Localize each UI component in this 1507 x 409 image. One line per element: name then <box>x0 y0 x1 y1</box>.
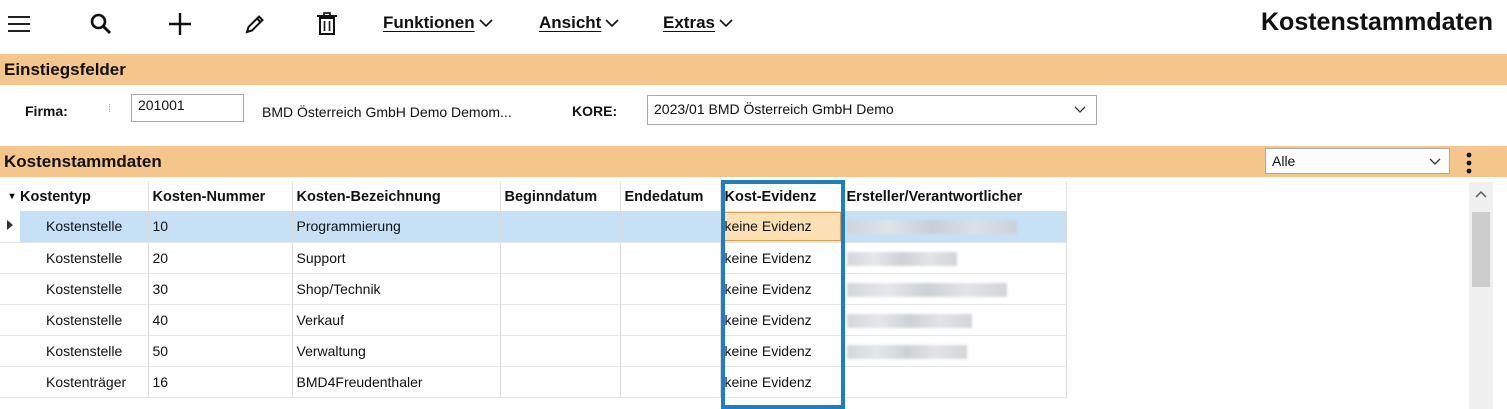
cell-kosten-bezeichnung[interactable]: Support <box>292 242 501 274</box>
search-icon[interactable] <box>86 6 116 42</box>
kosten-table: ▾ Kostentyp Kosten-Nummer Kosten-Bezeich… <box>0 182 1067 398</box>
cell-endedatum[interactable] <box>620 273 721 305</box>
field-handle-icon: ⁞ <box>108 103 112 115</box>
kore-label: KORE: <box>572 103 618 119</box>
table-header: ▾ Kostentyp Kosten-Nummer Kosten-Bezeich… <box>0 182 1067 211</box>
filter-select[interactable]: Alle <box>1265 148 1450 174</box>
cell-kostentyp[interactable]: Kostenstelle <box>20 304 149 336</box>
cell-kosten-nummer[interactable]: 16 <box>148 366 293 398</box>
chevron-down-icon <box>1074 106 1086 113</box>
cell-kosten-nummer[interactable]: 10 <box>148 211 293 243</box>
cell-ersteller[interactable] <box>842 273 1067 305</box>
cell-ersteller[interactable] <box>842 304 1067 336</box>
cell-kost-evidenz[interactable]: keine Evidenz <box>720 335 843 367</box>
chevron-down-icon <box>605 19 619 28</box>
scrollbar-thumb[interactable] <box>1472 212 1490 287</box>
cell-beginndatum[interactable] <box>500 366 621 398</box>
menu-extras-label: Extras <box>663 13 715 32</box>
cell-endedatum[interactable] <box>620 304 721 336</box>
cell-kostentyp[interactable]: Kostenstelle <box>20 273 149 305</box>
cell-kostentyp[interactable]: Kostenstelle <box>20 335 149 367</box>
row-indicator-icon <box>0 211 20 243</box>
cell-kostentyp[interactable]: Kostenstelle <box>20 211 149 243</box>
col-header-kosten-nummer[interactable]: Kosten-Nummer <box>148 182 293 211</box>
cell-endedatum[interactable] <box>620 335 721 367</box>
cell-kosten-bezeichnung[interactable]: Verwaltung <box>292 335 501 367</box>
vertical-scrollbar[interactable] <box>1469 182 1493 409</box>
table-row[interactable]: Kostenträger 16 BMD4Freudenthaler keine … <box>0 366 1067 398</box>
cell-ersteller[interactable] <box>842 211 1067 243</box>
cell-kosten-nummer[interactable]: 50 <box>148 335 293 367</box>
table-row[interactable]: Kostenstelle 20 Support keine Evidenz <box>0 242 1067 274</box>
cell-beginndatum[interactable] <box>500 211 621 243</box>
cell-endedatum[interactable] <box>620 242 721 274</box>
cell-endedatum[interactable] <box>620 211 721 243</box>
redacted-name <box>846 313 972 328</box>
col-header-endedatum[interactable]: Endedatum <box>620 182 721 211</box>
cell-kostentyp[interactable]: Kostenstelle <box>20 242 149 274</box>
pencil-icon[interactable] <box>240 6 270 42</box>
col-header-kostentyp[interactable]: Kostentyp <box>20 182 149 211</box>
cell-beginndatum[interactable] <box>500 273 621 305</box>
chevron-down-icon <box>479 19 493 28</box>
cell-kostentyp[interactable]: Kostenträger <box>20 366 149 398</box>
menu-funktionen-label: Funktionen <box>383 13 475 32</box>
cell-beginndatum[interactable] <box>500 335 621 367</box>
cell-kosten-bezeichnung[interactable]: Verkauf <box>292 304 501 336</box>
firma-input[interactable]: 201001 <box>131 94 244 122</box>
firma-name: BMD Österreich GmbH Demo Demom... <box>262 104 512 120</box>
cell-kost-evidenz[interactable]: keine Evidenz <box>720 273 843 305</box>
cell-kosten-nummer[interactable]: 40 <box>148 304 293 336</box>
chevron-up-icon[interactable] <box>1475 190 1487 198</box>
toolbar: Funktionen Ansicht Extras Kostenstammdat… <box>0 0 1507 48</box>
col-header-kost-evidenz[interactable]: Kost-Evidenz <box>720 182 843 211</box>
cell-kosten-bezeichnung[interactable]: BMD4Freudenthaler <box>292 366 501 398</box>
firma-value: 201001 <box>138 97 185 113</box>
cell-ersteller[interactable] <box>842 242 1067 274</box>
table-row[interactable]: Kostenstelle 10 Programmierung keine Evi… <box>0 211 1067 243</box>
firma-label: Firma: <box>25 103 68 119</box>
cell-kosten-bezeichnung[interactable]: Programmierung <box>292 211 501 243</box>
table-row[interactable]: Kostenstelle 30 Shop/Technik keine Evide… <box>0 273 1067 305</box>
table-row[interactable]: Kostenstelle 40 Verkauf keine Evidenz <box>0 304 1067 336</box>
table-row[interactable]: Kostenstelle 50 Verwaltung keine Evidenz <box>0 335 1067 367</box>
sort-indicator: ▾ <box>9 191 15 202</box>
cell-beginndatum[interactable] <box>500 242 621 274</box>
col-header-beginndatum[interactable]: Beginndatum <box>500 182 621 211</box>
chevron-down-icon <box>719 19 733 28</box>
cell-beginndatum[interactable] <box>500 304 621 336</box>
cell-kosten-nummer[interactable]: 30 <box>148 273 293 305</box>
redacted-name <box>846 220 1017 235</box>
hamburger-icon[interactable] <box>4 6 34 42</box>
page-title: Kostenstammdaten <box>1261 8 1493 36</box>
more-options-icon[interactable] <box>1462 151 1476 175</box>
redacted-name <box>846 344 967 359</box>
col-header-ersteller[interactable]: Ersteller/Verantwortlicher <box>842 182 1067 211</box>
redacted-name <box>846 282 1007 297</box>
cell-kost-evidenz[interactable]: keine Evidenz <box>720 366 843 398</box>
kore-value: 2023/01 BMD Österreich GmbH Demo <box>654 101 894 117</box>
cell-endedatum[interactable] <box>620 366 721 398</box>
kore-select[interactable]: 2023/01 BMD Österreich GmbH Demo <box>647 95 1097 125</box>
cell-kosten-nummer[interactable]: 20 <box>148 242 293 274</box>
menu-ansicht[interactable]: Ansicht <box>539 13 619 33</box>
cell-kost-evidenz[interactable]: keine Evidenz <box>720 304 843 336</box>
menu-extras[interactable]: Extras <box>663 13 733 33</box>
plus-icon[interactable] <box>164 6 196 42</box>
menu-funktionen[interactable]: Funktionen <box>383 13 493 33</box>
cell-ersteller[interactable] <box>842 335 1067 367</box>
menu-ansicht-label: Ansicht <box>539 13 602 32</box>
cell-kost-evidenz[interactable]: keine Evidenz <box>720 242 843 274</box>
trash-icon[interactable] <box>312 6 342 42</box>
cell-kost-evidenz[interactable]: keine Evidenz <box>720 211 843 243</box>
redacted-name <box>846 251 957 266</box>
section-einstiegsfelder: Einstiegsfelder <box>0 54 1507 85</box>
cell-ersteller[interactable] <box>842 366 1067 398</box>
cell-kosten-bezeichnung[interactable]: Shop/Technik <box>292 273 501 305</box>
section-title: Einstiegsfelder <box>4 60 126 79</box>
col-header-kosten-bezeichnung[interactable]: Kosten-Bezeichnung <box>292 182 501 211</box>
filter-value: Alle <box>1272 153 1296 169</box>
section-title: Kostenstammdaten <box>4 152 162 171</box>
chevron-down-icon <box>1429 158 1441 165</box>
